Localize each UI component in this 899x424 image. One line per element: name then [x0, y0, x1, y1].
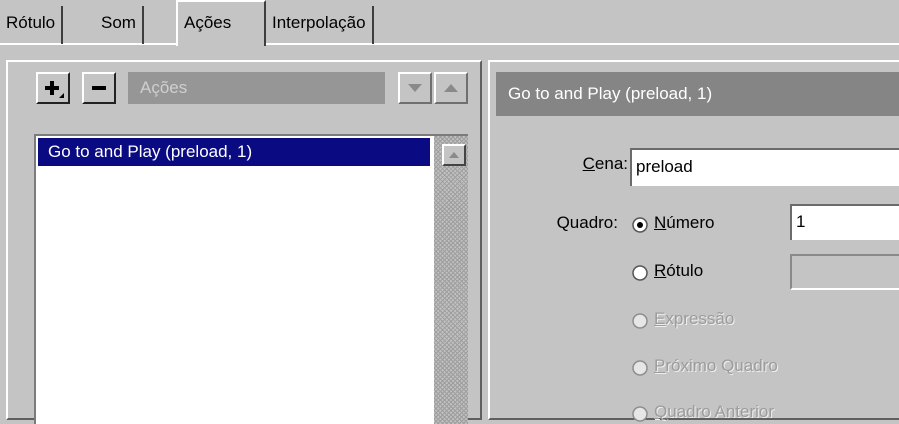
tab-interpolacao[interactable]: Interpolação: [266, 6, 374, 44]
move-down-button[interactable]: [398, 72, 432, 104]
radio-label[interactable]: [632, 265, 648, 281]
minus-icon: [92, 86, 106, 90]
tab-acoes[interactable]: Ações: [176, 0, 266, 46]
triangle-up-icon: [444, 84, 458, 92]
scrollbar[interactable]: [434, 136, 468, 424]
radio-previous-frame-label[interactable]: Quadro Anterior: [654, 402, 774, 422]
actions-header: Ações: [128, 72, 385, 104]
tab-rotulo[interactable]: Rótulo: [0, 6, 64, 44]
add-action-button[interactable]: [36, 72, 70, 104]
scene-field[interactable]: preload: [630, 148, 899, 186]
tab-strip: Rótulo Som Ações Interpolação: [0, 0, 899, 46]
radio-expression-label[interactable]: Expressão: [654, 309, 734, 329]
radio-number-label[interactable]: Número: [654, 213, 714, 233]
move-up-button[interactable]: [434, 72, 468, 104]
radio-previous-frame[interactable]: [632, 406, 648, 422]
list-item[interactable]: Go to and Play (preload, 1): [38, 138, 430, 166]
parameters-title: Go to and Play (preload, 1): [496, 72, 899, 116]
radio-expression[interactable]: [632, 313, 648, 329]
label-field[interactable]: [790, 254, 899, 290]
radio-label-label[interactable]: Rótulo: [654, 261, 703, 281]
scene-label: Cena:: [582, 154, 628, 173]
triangle-down-icon: [408, 84, 422, 92]
plus-icon: [45, 81, 64, 98]
frame-label: Quadro:: [556, 213, 618, 232]
number-field[interactable]: 1: [790, 204, 899, 240]
parameters-panel: Go to and Play (preload, 1) Cena: preloa…: [488, 60, 899, 422]
scroll-up-arrow-icon: [449, 152, 459, 158]
scroll-up-button[interactable]: [442, 144, 466, 166]
radio-next-frame-label[interactable]: Próximo Quadro: [654, 356, 778, 376]
radio-number[interactable]: [632, 217, 648, 233]
actions-list[interactable]: Go to and Play (preload, 1): [34, 134, 468, 424]
actions-panel: Ações Go to and Play (preload, 1): [6, 60, 482, 424]
remove-action-button[interactable]: [82, 72, 116, 104]
radio-next-frame[interactable]: [632, 360, 648, 376]
tab-som[interactable]: Som: [95, 6, 144, 44]
